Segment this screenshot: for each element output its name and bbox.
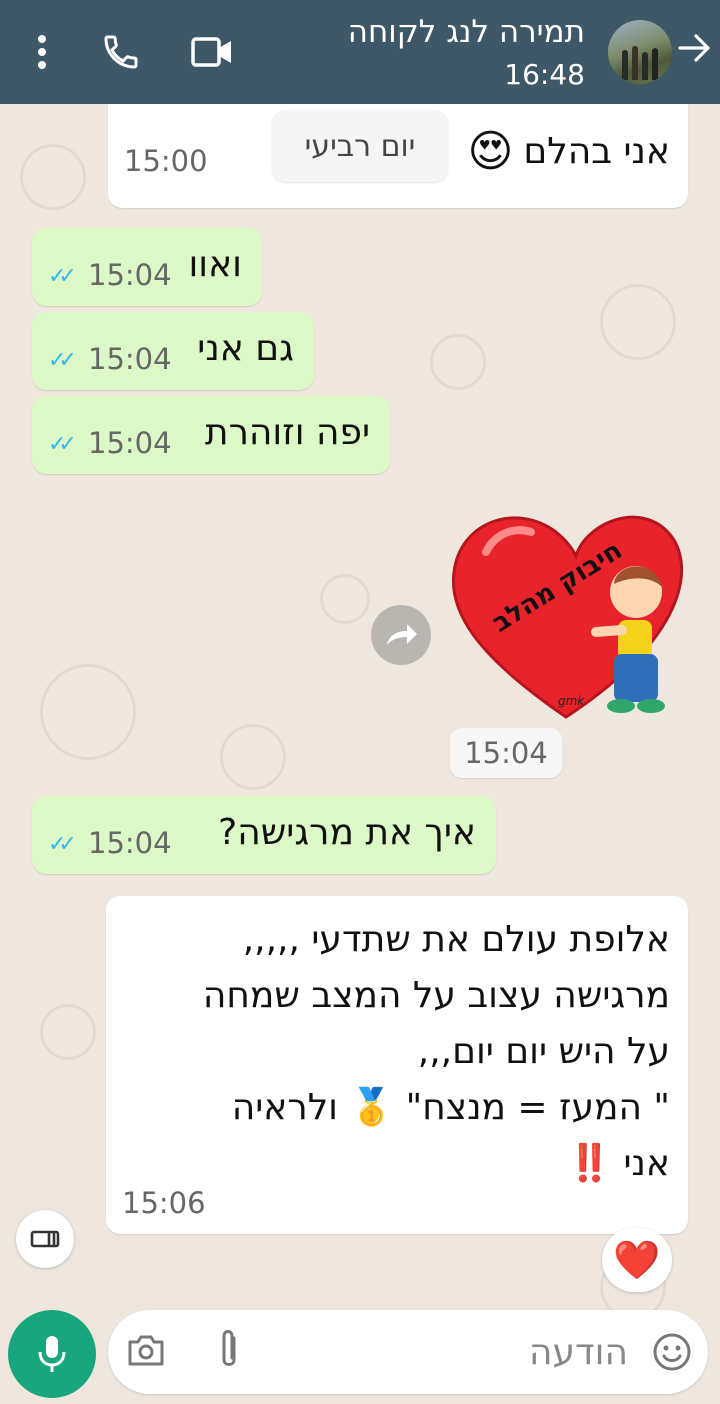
message-bubble-outgoing[interactable]: גם אני 15:04 ✓✓ — [32, 312, 314, 390]
reaction-heart[interactable]: ❤️ — [602, 1228, 672, 1292]
chat-header: תמירה לנג לקוחה 16:48 — [0, 0, 720, 104]
emoji-icon[interactable] — [652, 1332, 692, 1376]
message-line: על היש יום יום,,, — [417, 1031, 670, 1072]
read-receipt-icon: ✓✓ — [48, 832, 77, 857]
wallpaper-doodle — [20, 144, 86, 210]
read-receipt-icon: ✓✓ — [48, 264, 77, 289]
wallpaper-doodle — [430, 334, 486, 390]
more-options-icon[interactable] — [16, 26, 68, 78]
message-time: 15:06 — [122, 1186, 206, 1220]
message-text: אני בהלם — [523, 131, 670, 172]
message-composer: הודעה — [108, 1310, 708, 1394]
scroll-down-icon[interactable] — [16, 1210, 74, 1268]
message-line: מרגישה עצוב על המצב שמחה — [202, 975, 670, 1016]
sticker-heart-hug[interactable]: חיבוק מהלב gmk — [446, 492, 686, 732]
wallpaper-doodle — [320, 574, 370, 624]
voice-call-icon[interactable] — [95, 26, 147, 78]
message-time: 15:04 — [464, 736, 548, 770]
read-receipt-icon: ✓✓ — [48, 432, 77, 457]
message-line: אלופת עולם את שתדעי ,,,,, — [242, 919, 670, 960]
message-time: 15:04 — [88, 342, 172, 376]
message-time: 15:04 — [88, 426, 172, 460]
message-text: גם אני — [197, 328, 294, 369]
message-time: 15:04 — [88, 826, 172, 860]
message-input[interactable]: הודעה — [529, 1332, 628, 1373]
wallpaper-doodle — [40, 1004, 96, 1060]
message-bubble-outgoing[interactable]: יפה וזוהרת 15:04 ✓✓ — [32, 396, 390, 474]
wallpaper-doodle — [220, 724, 286, 790]
date-chip: יום רביעי — [272, 110, 448, 182]
contact-name[interactable]: תמירה לנג לקוחה — [348, 14, 585, 50]
wallpaper-doodle — [600, 284, 676, 360]
microphone-button[interactable] — [8, 1310, 96, 1398]
message-line: " המעז = מנצח" 🥇 ולראיה — [231, 1087, 670, 1128]
attach-icon[interactable] — [214, 1328, 244, 1378]
header-subtitle: 16:48 — [504, 58, 585, 91]
sticker-signature: gmk — [558, 694, 585, 708]
back-arrow-icon[interactable] — [676, 30, 712, 73]
message-text: יפה וזוהרת — [204, 412, 370, 453]
read-receipt-icon: ✓✓ — [48, 348, 77, 373]
forward-icon[interactable] — [371, 605, 431, 665]
message-line: אני ‼️ — [567, 1143, 670, 1184]
video-call-icon[interactable] — [186, 26, 238, 78]
message-text-row: אני בהלם 😍 — [467, 126, 670, 177]
message-bubble-incoming[interactable]: אלופת עולם את שתדעי ,,,,, מרגישה עצוב על… — [106, 896, 688, 1234]
contact-avatar[interactable] — [608, 20, 672, 84]
message-text-block: אלופת עולם את שתדעי ,,,,, מרגישה עצוב על… — [110, 912, 670, 1192]
sticker-time-chip: 15:04 — [450, 728, 562, 778]
chat-area[interactable]: אני בהלם 😍 15:00 יום רביעי ואוו 15:04 ✓✓… — [0, 104, 720, 1404]
heart-eyes-emoji: 😍 — [467, 126, 514, 177]
message-text: ואוו — [188, 244, 243, 285]
message-time: 15:00 — [124, 144, 208, 178]
message-bubble-outgoing[interactable]: איך את מרגישה? 15:04 ✓✓ — [32, 796, 496, 874]
message-bubble-outgoing[interactable]: ואוו 15:04 ✓✓ — [32, 228, 262, 306]
wallpaper-doodle — [40, 664, 136, 760]
message-time: 15:04 — [88, 258, 172, 292]
message-text: איך את מרגישה? — [218, 812, 476, 853]
camera-icon[interactable] — [126, 1332, 166, 1372]
